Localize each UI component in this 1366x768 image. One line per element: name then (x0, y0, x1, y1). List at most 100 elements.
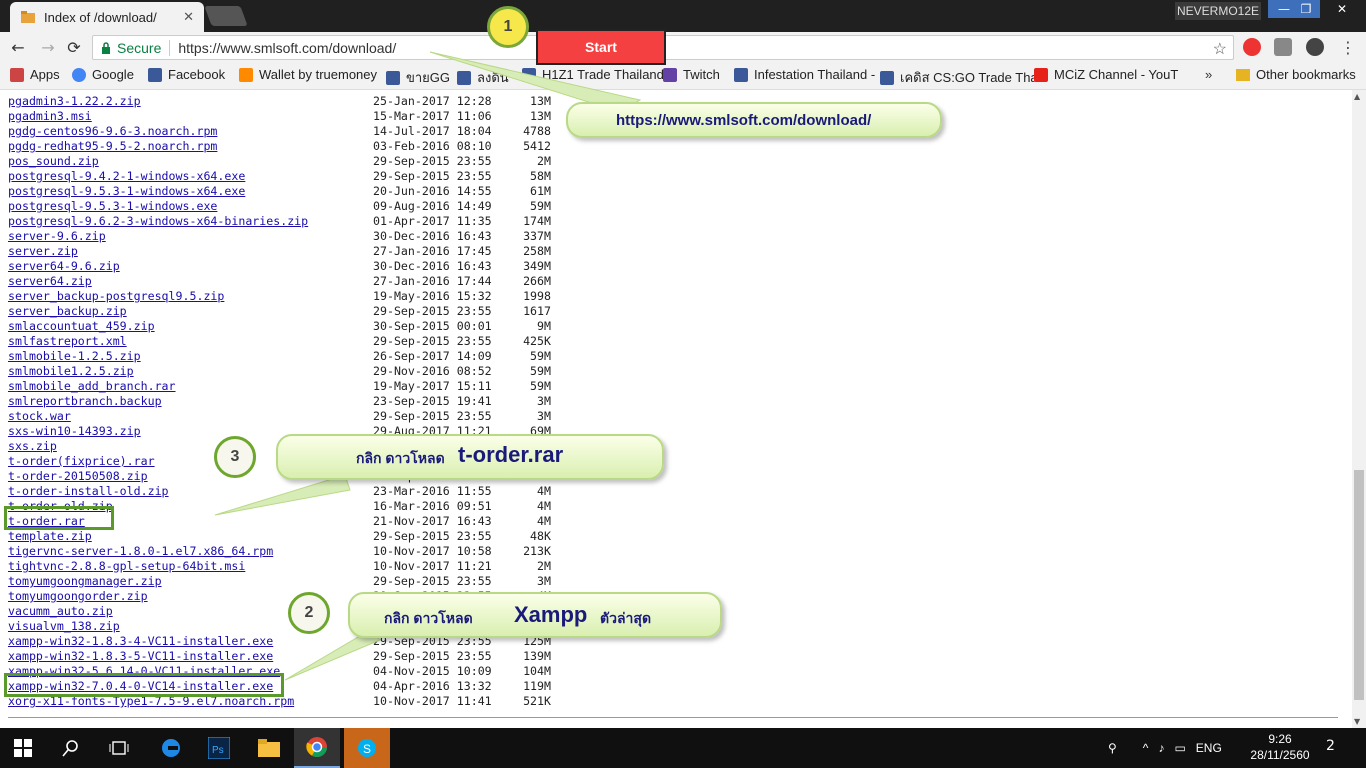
url-text[interactable]: https://www.smlsoft.com/download/ (178, 40, 396, 56)
photoshop-taskbar-button[interactable]: Ps (196, 728, 242, 768)
bookmark-apps[interactable]: Apps (10, 67, 60, 82)
tab-close-icon[interactable]: ✕ (183, 10, 194, 25)
input-language[interactable]: ENG (1196, 741, 1222, 755)
url-callout-text: https://www.smlsoft.com/download/ (616, 112, 872, 129)
youtube-extension-icon[interactable] (1243, 38, 1261, 56)
file-date: 29-Sep-2015 23:55 (373, 334, 492, 348)
file-link[interactable]: server64-9.6.zip (8, 259, 120, 274)
file-link[interactable]: server_backup.zip (8, 304, 127, 319)
tray-chevron-icon[interactable]: ^ (1143, 741, 1149, 755)
clock-date: 28/11/2560 (1250, 748, 1310, 762)
file-link[interactable]: t-order(fixprice).rar (8, 454, 155, 469)
new-tab-button[interactable] (204, 6, 248, 26)
bookmark-star-icon[interactable]: ☆ (1213, 39, 1227, 59)
scroll-down-icon[interactable]: ▼ (1354, 717, 1360, 726)
notifications-count: 2 (1326, 738, 1335, 754)
scroll-up-icon[interactable]: ▲ (1354, 92, 1360, 101)
file-link[interactable]: sxs-win10-14393.zip (8, 424, 141, 439)
file-link[interactable]: postgresql-9.6.2-3-windows-x64-binaries.… (8, 214, 308, 229)
file-date: 25-Jan-2017 12:28 (373, 94, 492, 108)
bookmark-label: Infestation Thailand - (754, 67, 876, 82)
file-date: 10-Nov-2017 10:58 (373, 544, 492, 558)
file-link[interactable]: pgadmin3-1.22.2.zip (8, 94, 141, 109)
file-link[interactable]: pgdg-redhat95-9.5-2.noarch.rpm (8, 139, 217, 154)
file-link[interactable]: tigervnc-server-1.8.0-1.el7.x86_64.rpm (8, 544, 273, 559)
file-explorer-taskbar-button[interactable] (246, 728, 292, 768)
search-button[interactable] (48, 728, 94, 768)
file-size: 213K (523, 544, 551, 558)
file-link[interactable]: postgresql-9.4.2-1-windows-x64.exe (8, 169, 245, 184)
file-size: 2M (537, 559, 551, 573)
file-link[interactable]: postgresql-9.5.3-1-windows.exe (8, 199, 217, 214)
bookmark-infestation[interactable]: Infestation Thailand - (734, 67, 875, 82)
windows-start-button[interactable] (0, 728, 46, 768)
bookmark-google[interactable]: Google (72, 67, 134, 82)
file-link[interactable]: tomyumgoongmanager.zip (8, 574, 162, 589)
file-link[interactable]: smlmobile1.2.5.zip (8, 364, 134, 379)
network-icon[interactable]: ▭ (1174, 741, 1185, 755)
bookmark-mciz[interactable]: MCiZ Channel - YouT (1034, 67, 1178, 82)
file-link[interactable]: server_backup-postgresql9.5.zip (8, 289, 224, 304)
file-link[interactable]: smlfastreport.xml (8, 334, 127, 349)
bookmarks-bar: Apps Google Facebook Wallet by truemoney… (0, 62, 1366, 90)
people-icon[interactable]: ⚲ (1108, 741, 1117, 755)
reload-button[interactable]: ⟳ (64, 37, 84, 57)
bookmark-csgo[interactable]: เคดิส CS:GO Trade Tha (880, 67, 1038, 88)
back-button[interactable]: ← (8, 37, 28, 57)
bookmark-twitch[interactable]: Twitch (663, 67, 720, 82)
file-link[interactable]: server-9.6.zip (8, 229, 106, 244)
file-link[interactable]: xampp-win32-1.8.3-4-VC11-installer.exe (8, 634, 273, 649)
file-link[interactable]: smlmobile_add_branch.rar (8, 379, 176, 394)
bookmark-h1z1[interactable]: H1Z1 Trade Thailand (522, 67, 664, 82)
file-link[interactable]: vacumm_auto.zip (8, 604, 113, 619)
file-link[interactable]: smlreportbranch.backup (8, 394, 162, 409)
extension-icon[interactable] (1274, 38, 1292, 56)
file-link[interactable]: pos_sound.zip (8, 154, 99, 169)
file-link[interactable]: pgadmin3.msi (8, 109, 92, 124)
other-bookmarks[interactable]: Other bookmarks (1236, 67, 1356, 82)
bookmark-wallet[interactable]: Wallet by truemoney (239, 67, 377, 82)
bookmarks-more-button[interactable]: » (1205, 67, 1212, 82)
apps-icon (10, 67, 24, 82)
bookmark-facebook[interactable]: Facebook (148, 67, 225, 82)
menu-icon[interactable]: ⋮ (1340, 38, 1356, 57)
file-link[interactable]: t-order-20150508.zip (8, 469, 148, 484)
url-callout: https://www.smlsoft.com/download/ (566, 102, 942, 138)
file-link[interactable]: tomyumgoongorder.zip (8, 589, 148, 604)
file-link[interactable]: t-order-install-old.zip (8, 484, 169, 499)
skype-taskbar-button[interactable]: S (344, 728, 390, 768)
chrome-taskbar-button[interactable] (294, 728, 340, 768)
browser-tab[interactable]: Index of /download/ ✕ (10, 2, 204, 32)
file-link[interactable]: smlaccountuat_459.zip (8, 319, 155, 334)
sync-extension-icon[interactable] (1306, 38, 1324, 56)
close-window-button[interactable]: ✕ (1320, 0, 1364, 18)
file-link[interactable]: template.zip (8, 529, 92, 544)
clock[interactable]: 9:26 28/11/2560 (1250, 731, 1310, 763)
file-date: 04-Nov-2015 10:09 (373, 664, 492, 678)
forward-button[interactable]: → (38, 37, 58, 57)
file-link[interactable]: stock.war (8, 409, 71, 424)
profile-name[interactable]: NEVERMO12E (1175, 2, 1261, 20)
file-link[interactable]: server64.zip (8, 274, 92, 289)
file-link[interactable]: sxs.zip (8, 439, 57, 454)
file-link[interactable]: pgdg-centos96-9.6-3.noarch.rpm (8, 124, 217, 139)
taskbar: Ps S ⚲ ^ ♪ ▭ ENG 9:26 28/11/2560 2 (0, 728, 1366, 768)
file-date: 27-Jan-2016 17:44 (373, 274, 492, 288)
file-link[interactable]: postgresql-9.5.3-1-windows-x64.exe (8, 184, 245, 199)
notifications-button[interactable]: 2 (1326, 738, 1335, 754)
task-view-button[interactable] (96, 728, 142, 768)
file-size: 59M (530, 379, 551, 393)
edge-taskbar-button[interactable] (148, 728, 194, 768)
file-link[interactable]: xampp-win32-1.8.3-5-VC11-installer.exe (8, 649, 273, 664)
file-link[interactable]: server.zip (8, 244, 78, 259)
scroll-thumb[interactable] (1354, 470, 1364, 700)
scrollbar[interactable]: ▲ ▼ (1352, 90, 1366, 728)
file-link[interactable]: tightvnc-2.8.8-gpl-setup-64bit.msi (8, 559, 245, 574)
file-link[interactable]: visualvm_138.zip (8, 619, 120, 634)
volume-icon[interactable]: ♪ (1158, 741, 1164, 755)
file-link[interactable]: smlmobile-1.2.5.zip (8, 349, 141, 364)
bookmark-sale-gg[interactable]: ขายGG (386, 67, 450, 88)
maximize-button[interactable]: ❐ (1292, 0, 1320, 18)
bookmark-longdin[interactable]: ลงดิน (457, 67, 509, 88)
xampp-callout: กลิก ดาวโหลด Xampp ตัวล่าสุด (348, 592, 722, 638)
